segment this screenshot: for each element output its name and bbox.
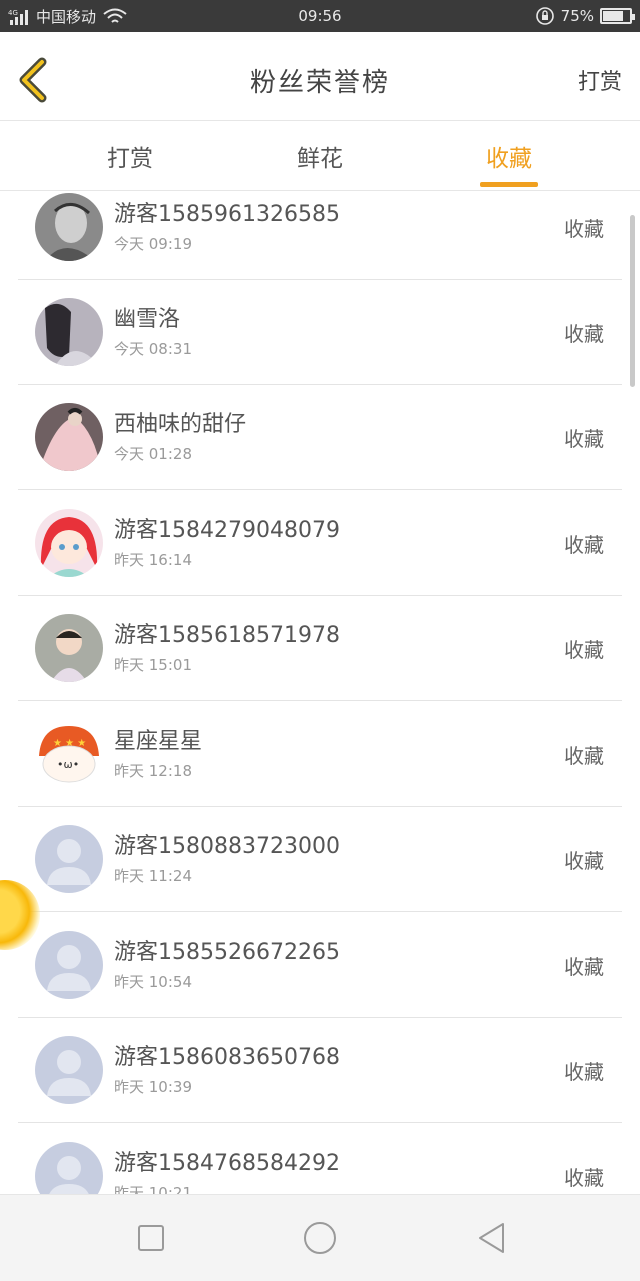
header-bar: 粉丝荣誉榜 打赏 [0, 32, 640, 121]
action-label: 收藏 [564, 955, 604, 979]
list-item[interactable]: 游客1585618571978 昨天 15:01 收藏 [18, 596, 622, 701]
action-label: 收藏 [564, 217, 604, 241]
rotation-lock-icon [535, 7, 554, 25]
user-time: 今天 08:31 [114, 340, 192, 358]
list-item[interactable]: 游客1585526672265 昨天 10:54 收藏 [18, 913, 622, 1018]
list-item[interactable]: ★ ★ ★ •ω• 星座星星 昨天 12:18 收藏 [18, 702, 622, 807]
action-label: 收藏 [564, 533, 604, 557]
user-name: 游客1585526672265 [114, 940, 340, 965]
avatar [35, 1036, 103, 1104]
page-title: 粉丝荣誉榜 [249, 68, 390, 98]
back-triangle-icon[interactable] [475, 1221, 509, 1255]
default-user-avatar-icon [35, 1142, 103, 1194]
recent-apps-icon[interactable] [134, 1221, 168, 1255]
avatar [35, 509, 103, 577]
user-time: 今天 09:19 [114, 235, 192, 253]
active-tab-underline [480, 182, 538, 187]
action-label: 收藏 [564, 322, 604, 346]
list-item[interactable]: 西柚味的甜仔 今天 01:28 收藏 [18, 385, 622, 490]
list-item[interactable]: 游客1585961326585 今天 09:19 收藏 [18, 191, 622, 280]
cartoon-face-red-hat-avatar-icon: ★ ★ ★•ω• [35, 720, 103, 788]
user-name: 西柚味的甜仔 [114, 412, 247, 437]
home-icon[interactable] [303, 1221, 337, 1255]
tab-favorites[interactable]: 收藏 [449, 139, 569, 173]
action-label: 收藏 [564, 1166, 604, 1190]
list-item[interactable]: 游客1580883723000 昨天 11:24 收藏 [18, 807, 622, 912]
list-item[interactable]: 游客1584768584292 昨天 10:21 收藏 [18, 1124, 622, 1194]
avatar [35, 1142, 103, 1194]
svg-text:•ω•: •ω• [57, 758, 79, 771]
tab-flowers[interactable]: 鲜花 [260, 139, 380, 173]
avatar [35, 403, 103, 471]
reward-button[interactable]: 打赏 [578, 64, 622, 96]
status-bar: 4G 中国移动 09:56 75% [0, 0, 640, 32]
avatar [35, 614, 103, 682]
tab-reward[interactable]: 打赏 [70, 139, 190, 173]
default-user-avatar-icon [35, 931, 103, 999]
list-item[interactable]: 幽雪洛 今天 08:31 收藏 [18, 280, 622, 385]
user-name: 游客1586083650768 [114, 1045, 340, 1070]
user-name: 游客1585618571978 [114, 623, 340, 648]
battery-percent: 75% [560, 7, 594, 25]
user-name: 幽雪洛 [114, 307, 181, 332]
anime-girl-red-hair-avatar-icon [35, 509, 103, 577]
user-name: 游客1580883723000 [114, 834, 340, 859]
girl-photo-avatar-icon [35, 298, 103, 366]
system-nav-bar [0, 1194, 640, 1281]
user-time: 昨天 10:21 [114, 1184, 192, 1194]
action-label: 收藏 [564, 849, 604, 873]
sketch-portrait-avatar-icon [35, 193, 103, 261]
avatar [35, 931, 103, 999]
default-user-avatar-icon [35, 1036, 103, 1104]
list-item[interactable]: 游客1586083650768 昨天 10:39 收藏 [18, 1018, 622, 1123]
user-name: 游客1584768584292 [114, 1151, 340, 1176]
fan-list[interactable]: 游客1585961326585 今天 09:19 收藏 幽雪洛 今天 08:31… [0, 191, 640, 1194]
user-time: 昨天 11:24 [114, 867, 192, 885]
child-photo-avatar-icon [35, 614, 103, 682]
status-right: 75% [535, 6, 635, 26]
action-label: 收藏 [564, 744, 604, 768]
user-time: 昨天 16:14 [114, 551, 192, 569]
battery-icon [600, 8, 635, 24]
default-user-avatar-icon [35, 825, 103, 893]
list-item[interactable]: 游客1584279048079 昨天 16:14 收藏 [18, 491, 622, 596]
user-name: 游客1585961326585 [114, 202, 340, 227]
user-time: 昨天 15:01 [114, 656, 192, 674]
user-time: 昨天 10:39 [114, 1078, 192, 1096]
avatar [35, 193, 103, 261]
action-label: 收藏 [564, 1060, 604, 1084]
tab-bar: 打赏 鲜花 收藏 [0, 121, 640, 191]
action-label: 收藏 [564, 638, 604, 662]
user-name: 游客1584279048079 [114, 518, 340, 543]
avatar [35, 825, 103, 893]
avatar [35, 298, 103, 366]
user-name: 星座星星 [114, 729, 203, 754]
user-time: 昨天 10:54 [114, 973, 192, 991]
list-scrollbar[interactable] [630, 215, 635, 387]
user-time: 今天 01:28 [114, 445, 192, 463]
pink-dress-photo-avatar-icon [35, 403, 103, 471]
user-time: 昨天 12:18 [114, 762, 192, 780]
action-label: 收藏 [564, 427, 604, 451]
avatar: ★ ★ ★ •ω• [35, 720, 103, 788]
